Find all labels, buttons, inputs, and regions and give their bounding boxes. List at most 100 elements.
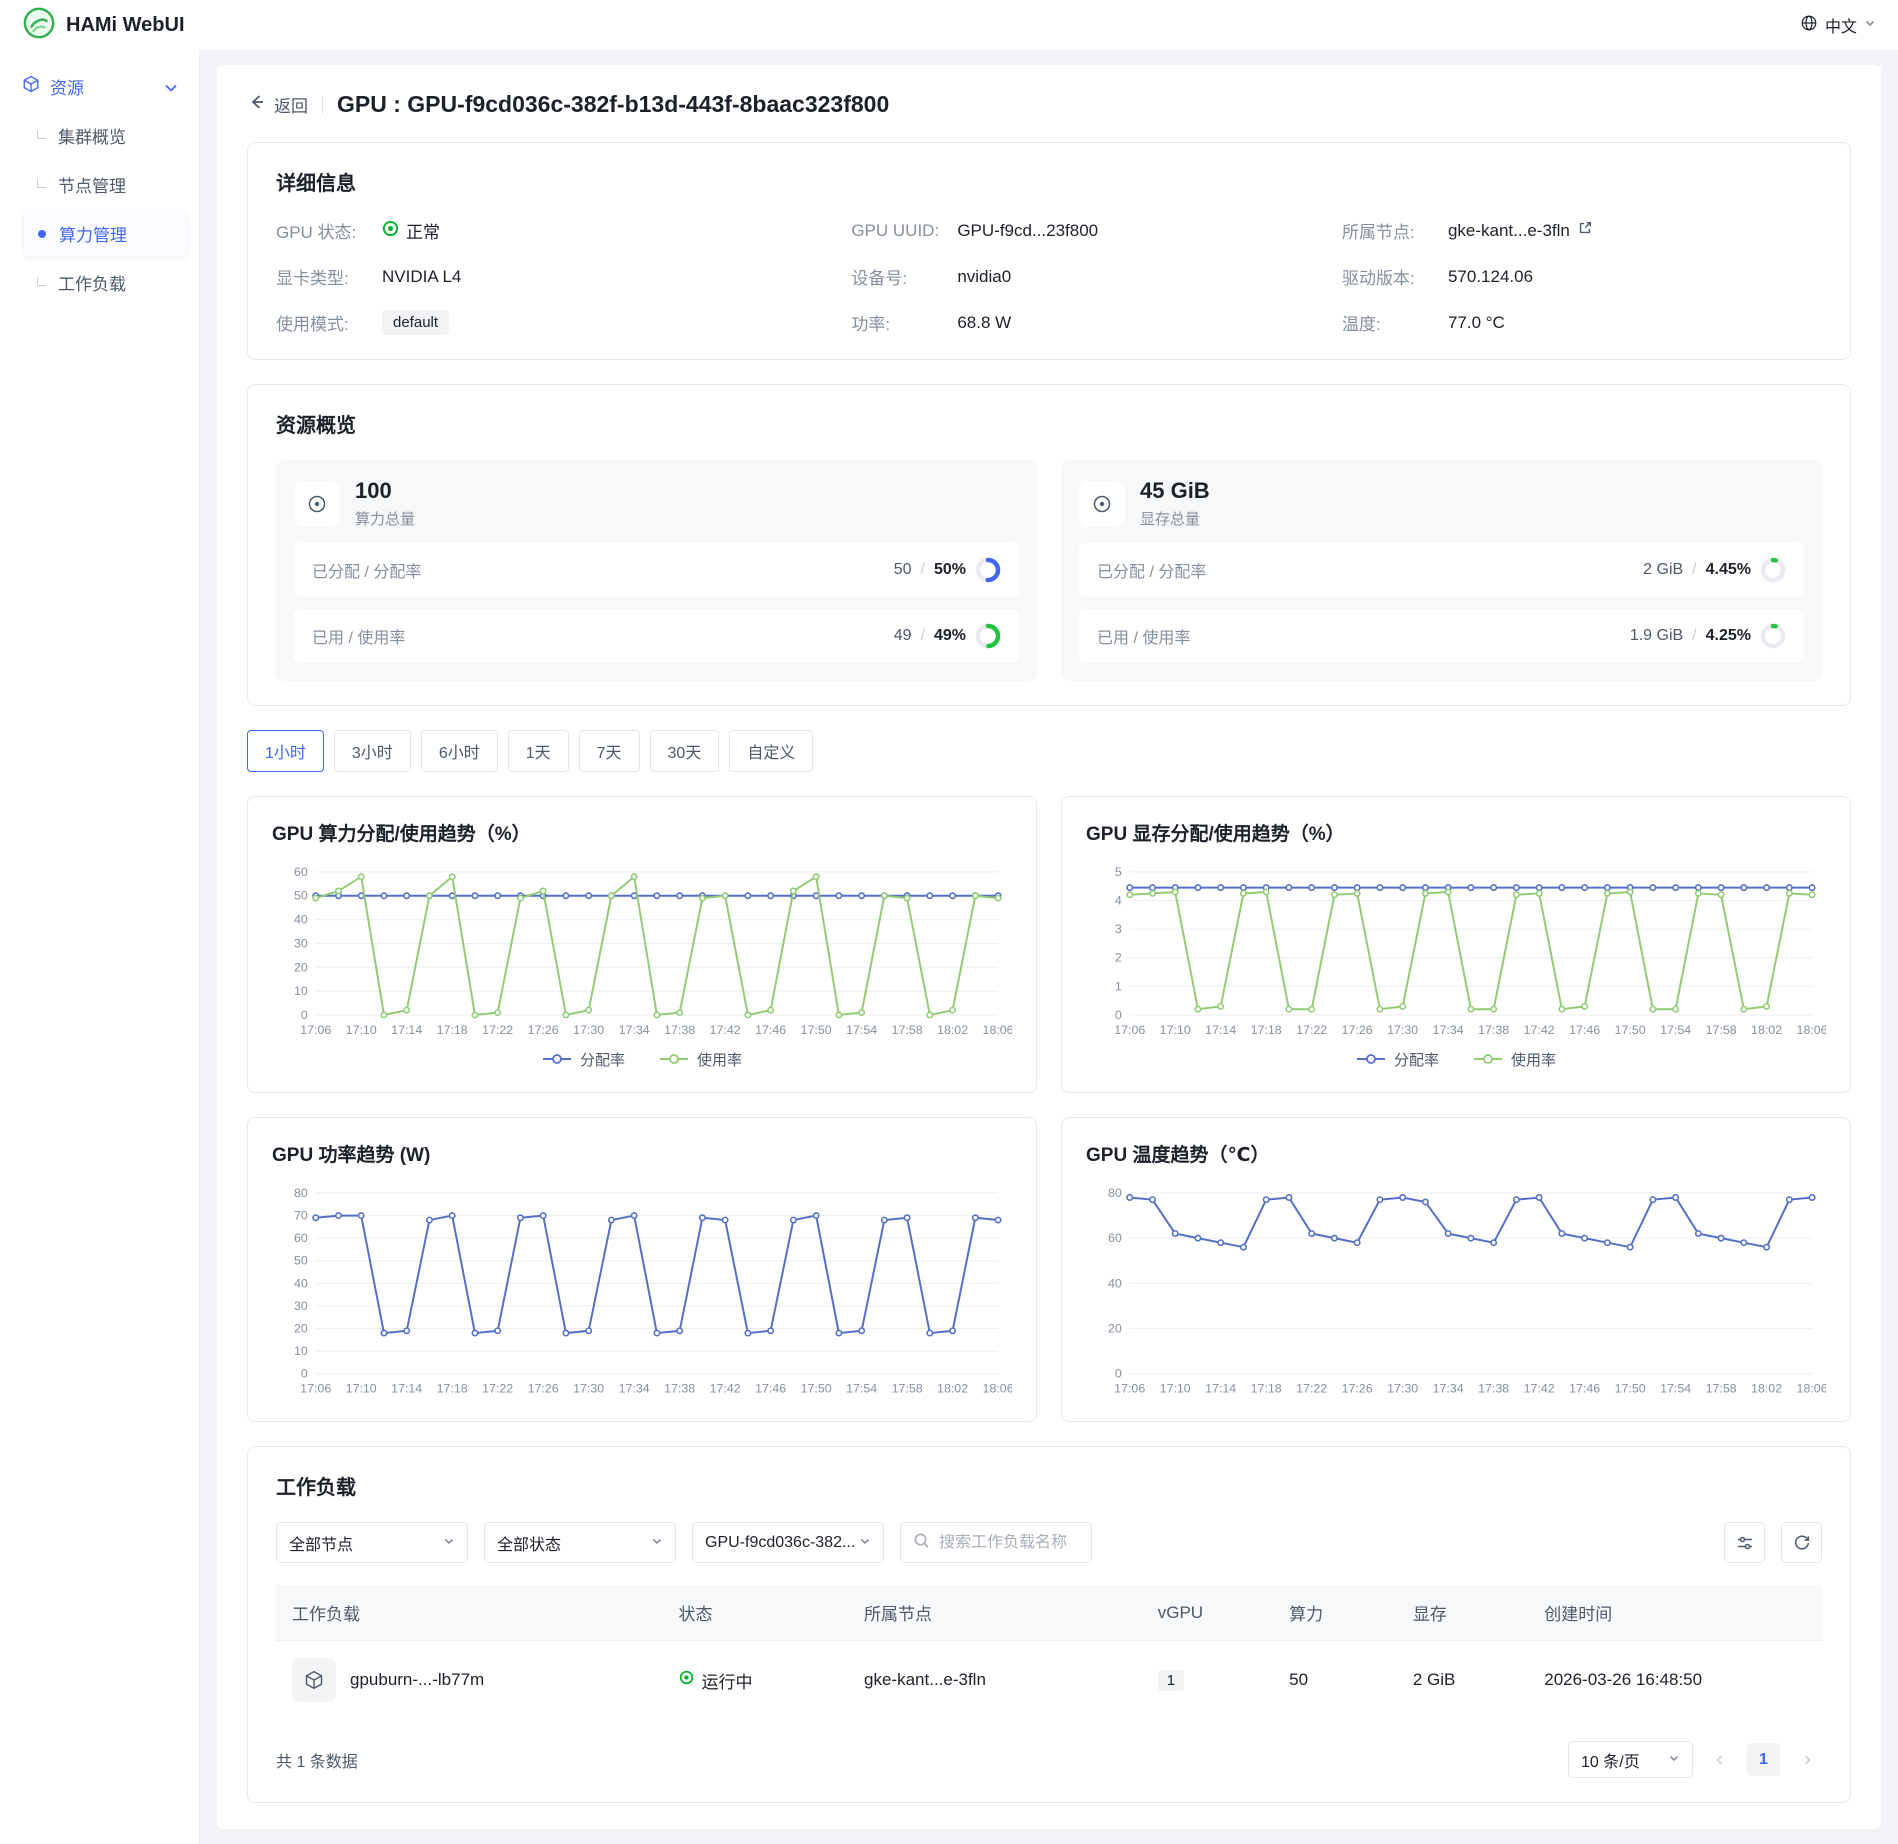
memory-total: 45 GiB <box>1140 478 1210 504</box>
svg-text:17:34: 17:34 <box>1433 1023 1464 1037</box>
col-created: 创建时间 <box>1544 1605 1612 1624</box>
field-label: GPU UUID: <box>851 221 947 241</box>
svg-text:17:34: 17:34 <box>619 1381 650 1395</box>
node-link[interactable]: gke-kant...e-3fln <box>1448 221 1570 241</box>
status-filter-select[interactable]: 全部状态 <box>484 1522 676 1563</box>
sidebar-item-compute-management[interactable]: 算力管理 <box>24 211 187 256</box>
chart-title: GPU 功率趋势 (W) <box>272 1140 1012 1167</box>
gpu-filter-value: GPU-f9cd036c-382... <box>705 1534 855 1552</box>
detail-card-title: 详细信息 <box>276 167 1822 196</box>
usage-donut <box>975 623 1001 649</box>
svg-text:17:18: 17:18 <box>1251 1023 1282 1037</box>
svg-text:17:46: 17:46 <box>755 1381 786 1395</box>
overview-grid: 100 算力总量 已分配 / 分配率 50 / 50% <box>276 460 1822 681</box>
tab-7d[interactable]: 7天 <box>579 730 640 772</box>
sidebar-section-resources[interactable]: 资源 <box>12 64 187 109</box>
external-link-icon[interactable] <box>1577 220 1593 241</box>
power-trend-card: GPU 功率趋势 (W) 0102030405060708017:0617:10… <box>247 1117 1037 1423</box>
field-gpu-uuid: GPU UUID: GPU-f9cd...23f800 <box>851 218 1322 243</box>
next-page-button[interactable] <box>1792 1745 1822 1775</box>
col-compute: 算力 <box>1289 1605 1323 1624</box>
sidebar-item-workloads[interactable]: 工作负载 <box>24 260 187 305</box>
workload-search-input[interactable] <box>939 1534 1079 1552</box>
field-value: nvidia0 <box>957 267 1011 287</box>
svg-text:5: 5 <box>1115 865 1122 879</box>
tab-6h[interactable]: 6小时 <box>421 730 498 772</box>
field-temperature: 温度: 77.0 °C <box>1342 310 1822 335</box>
legend-item[interactable]: 分配率 <box>1356 1049 1439 1070</box>
pagination: 10 条/页 1 <box>1568 1741 1822 1778</box>
legend-item[interactable]: 分配率 <box>542 1049 625 1070</box>
svg-text:17:26: 17:26 <box>528 1381 559 1395</box>
sidebar-item-label: 算力管理 <box>59 221 127 246</box>
svg-text:17:42: 17:42 <box>710 1023 741 1037</box>
svg-text:17:50: 17:50 <box>1615 1023 1646 1037</box>
svg-text:17:30: 17:30 <box>573 1381 604 1395</box>
workload-status: 运行中 <box>702 1668 753 1693</box>
tab-30d[interactable]: 30天 <box>650 730 720 772</box>
workload-filters: 全部节点 全部状态 GPU-f9cd036c-382... <box>276 1522 1822 1563</box>
divider <box>322 96 323 114</box>
svg-text:17:46: 17:46 <box>1569 1381 1600 1395</box>
tab-1d[interactable]: 1天 <box>508 730 569 772</box>
resource-overview-card: 资源概览 100 算力总量 已分配 <box>247 384 1851 706</box>
svg-text:17:34: 17:34 <box>1433 1381 1464 1395</box>
workload-name[interactable]: gpuburn-...-lb77m <box>350 1670 484 1690</box>
svg-text:17:54: 17:54 <box>1660 1023 1691 1037</box>
running-status-icon <box>679 1670 694 1690</box>
svg-text:40: 40 <box>294 1276 308 1290</box>
chevron-down-icon <box>859 1534 871 1552</box>
row-percent: 4.45% <box>1706 561 1751 579</box>
table-header-row: 工作负载 状态 所属节点 vGPU 算力 显存 创建时间 <box>276 1585 1822 1641</box>
legend-item[interactable]: 使用率 <box>659 1049 742 1070</box>
row-value: 50 <box>894 561 912 579</box>
svg-text:4: 4 <box>1115 894 1122 908</box>
page-size-select[interactable]: 10 条/页 <box>1568 1741 1693 1778</box>
chevron-down-icon <box>651 1534 663 1552</box>
svg-text:17:38: 17:38 <box>1478 1023 1509 1037</box>
allocation-donut <box>975 557 1001 583</box>
back-label: 返回 <box>274 92 308 117</box>
svg-text:17:26: 17:26 <box>1342 1023 1373 1037</box>
node-filter-select[interactable]: 全部节点 <box>276 1522 468 1563</box>
table-settings-button[interactable] <box>1724 1522 1765 1563</box>
tab-custom[interactable]: 自定义 <box>729 730 813 772</box>
svg-text:40: 40 <box>1108 1276 1122 1290</box>
svg-text:80: 80 <box>1108 1186 1122 1200</box>
main-area: 返回 GPU : GPU-f9cd036c-382f-b13d-443f-8ba… <box>200 50 1898 1844</box>
app-logo[interactable]: HAMi WebUI <box>22 6 185 45</box>
globe-icon <box>1800 14 1818 37</box>
prev-page-button[interactable] <box>1705 1745 1735 1775</box>
field-label: 驱动版本: <box>1342 264 1438 289</box>
content-panel: 返回 GPU : GPU-f9cd036c-382f-b13d-443f-8ba… <box>217 65 1881 1829</box>
memory-used-row: 已用 / 使用率 1.9 GiB / 4.25% <box>1079 609 1804 663</box>
svg-text:18:02: 18:02 <box>937 1381 968 1395</box>
svg-text:17:58: 17:58 <box>1706 1023 1737 1037</box>
compute-overview-box: 100 算力总量 已分配 / 分配率 50 / 50% <box>276 460 1037 681</box>
gpu-filter-select[interactable]: GPU-f9cd036c-382... <box>692 1522 884 1563</box>
svg-text:17:42: 17:42 <box>1524 1381 1555 1395</box>
refresh-button[interactable] <box>1781 1522 1822 1563</box>
page-header: 返回 GPU : GPU-f9cd036c-382f-b13d-443f-8ba… <box>247 91 1851 118</box>
slash: / <box>921 627 925 645</box>
back-button[interactable]: 返回 <box>247 92 308 117</box>
total-count-text: 共 1 条数据 <box>276 1748 358 1772</box>
table-row[interactable]: gpuburn-...-lb77m 运行中 gke-kant...e-3fln <box>276 1641 1822 1720</box>
svg-text:17:26: 17:26 <box>1342 1381 1373 1395</box>
language-selector[interactable]: 中文 <box>1800 13 1876 37</box>
legend-item[interactable]: 使用率 <box>1473 1049 1556 1070</box>
topbar: HAMi WebUI 中文 <box>0 0 1898 50</box>
tab-3h[interactable]: 3小时 <box>334 730 411 772</box>
sidebar-item-node-management[interactable]: 节点管理 <box>24 162 187 207</box>
charts-grid: GPU 算力分配/使用趋势（%） 010203040506017:0617:10… <box>247 796 1851 1422</box>
sidebar-item-label: 工作负载 <box>58 270 126 295</box>
sidebar-section-label: 资源 <box>50 74 155 99</box>
page-number-button[interactable]: 1 <box>1747 1743 1780 1776</box>
svg-text:17:46: 17:46 <box>755 1023 786 1037</box>
sidebar: 资源 集群概览 节点管理 算力管理 工作负载 <box>0 50 200 1844</box>
field-label: 温度: <box>1342 310 1438 335</box>
sidebar-item-cluster-overview[interactable]: 集群概览 <box>24 113 187 158</box>
tab-1h[interactable]: 1小时 <box>247 730 324 772</box>
field-label: 使用模式: <box>276 310 372 335</box>
svg-text:0: 0 <box>301 1366 308 1380</box>
